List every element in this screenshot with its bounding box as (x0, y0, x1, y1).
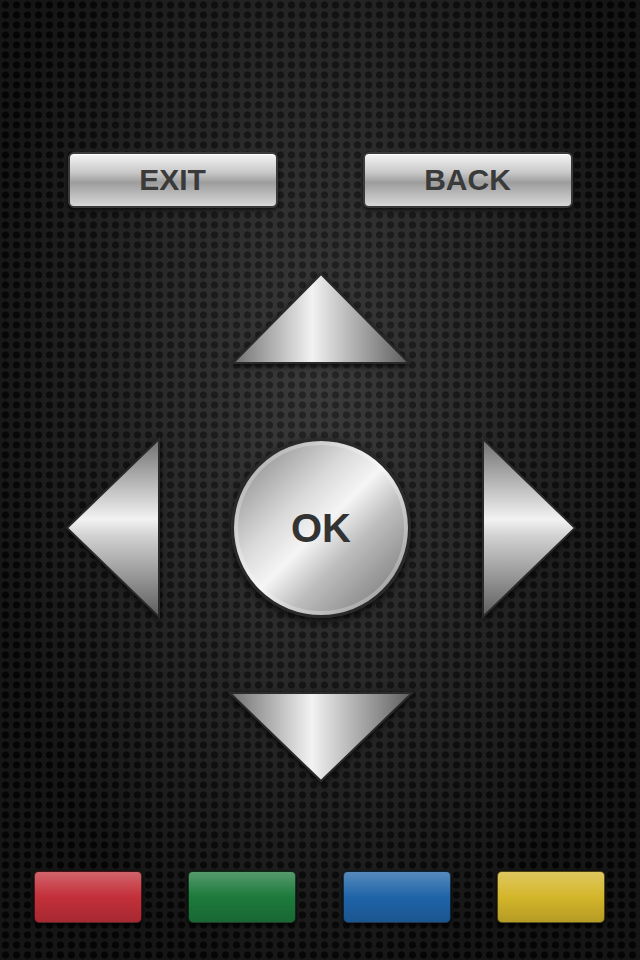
color-key[interactable] (343, 871, 451, 923)
dpad: OK (65, 272, 577, 783)
left-arrow-icon (65, 437, 161, 619)
down-button[interactable] (228, 691, 414, 783)
top-buttons: EXIT BACK (68, 152, 573, 208)
top-button[interactable]: BACK (363, 152, 573, 208)
color-keys (0, 871, 640, 923)
top-button[interactable]: EXIT (68, 152, 278, 208)
up-button[interactable] (231, 272, 411, 365)
remote-screen: EXIT BACK OK (0, 0, 640, 960)
up-arrow-icon (231, 272, 411, 365)
down-arrow-icon (228, 691, 414, 783)
right-arrow-icon (481, 437, 577, 619)
right-button[interactable] (481, 437, 577, 619)
ok-button[interactable]: OK (231, 438, 411, 618)
color-key[interactable] (34, 871, 142, 923)
left-button[interactable] (65, 437, 161, 619)
color-key[interactable] (188, 871, 296, 923)
color-key[interactable] (497, 871, 605, 923)
